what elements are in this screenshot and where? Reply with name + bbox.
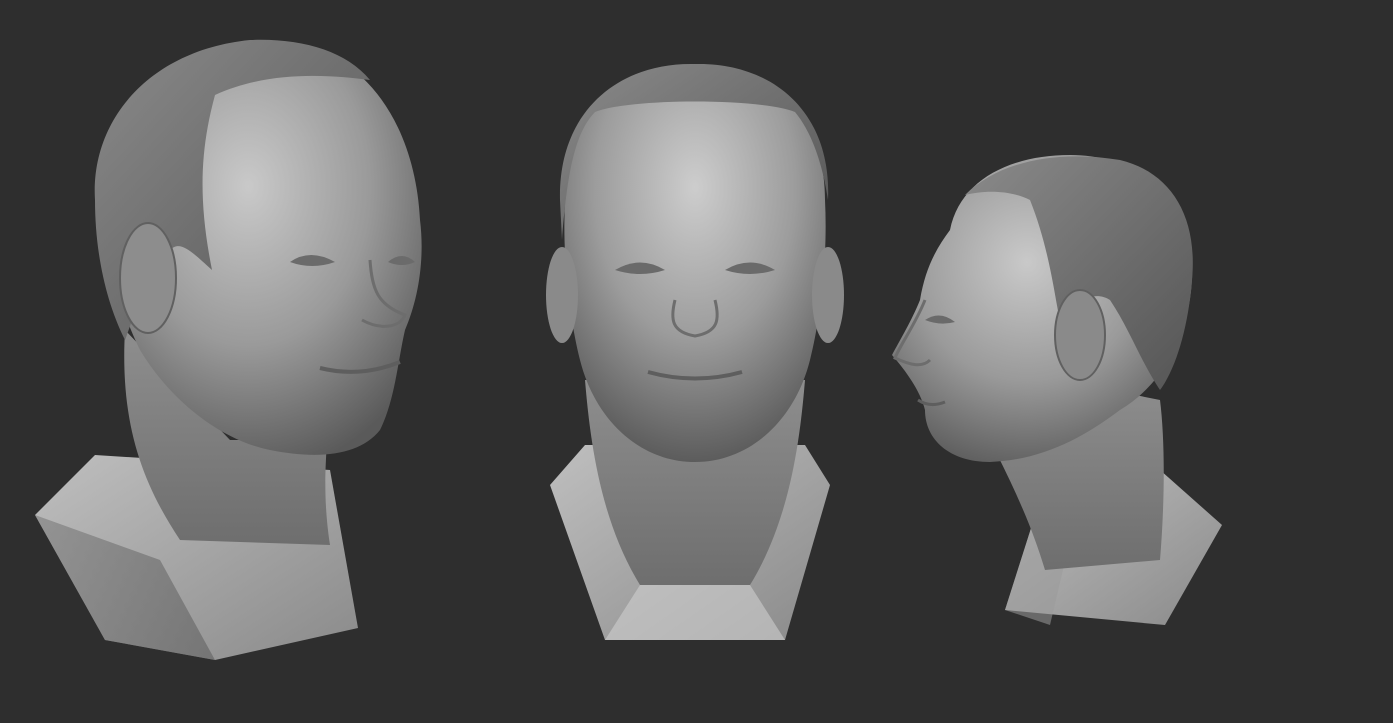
- bust-front-view[interactable]: [546, 63, 844, 640]
- sculpt-viewport[interactable]: [0, 0, 1393, 723]
- bust-ear: [812, 247, 844, 343]
- bust-three-quarter-view[interactable]: [35, 39, 422, 660]
- bust-ear: [546, 247, 578, 343]
- bust-ear: [119, 222, 177, 334]
- bust-ear: [1054, 289, 1106, 381]
- viewport-canvas[interactable]: [0, 0, 1393, 723]
- bust-profile-view[interactable]: [892, 155, 1222, 625]
- bust-head: [564, 70, 826, 462]
